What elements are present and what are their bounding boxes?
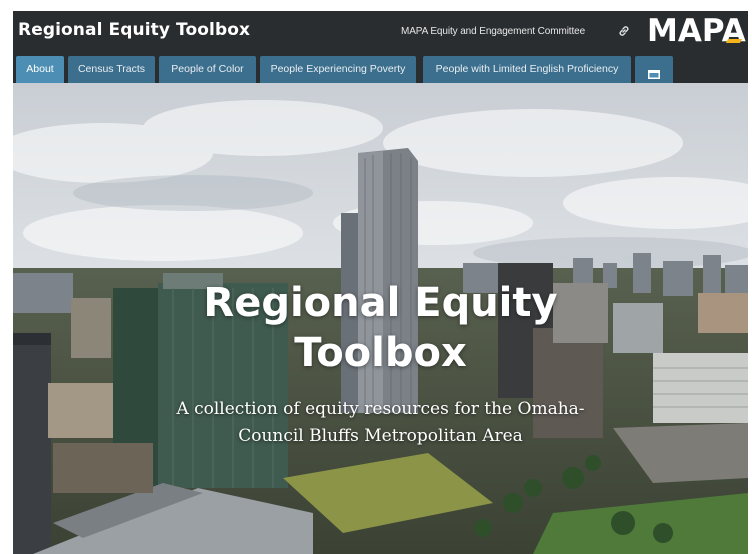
tab-people-experiencing-poverty[interactable]: People Experiencing Poverty <box>260 56 416 83</box>
hero-title-line-1: Regional Equity <box>203 280 558 326</box>
app-header: Regional Equity Toolbox MAPA Equity and … <box>13 11 748 55</box>
hero-subtitle-line-2: Council Bluffs Metropolitan Area <box>238 426 523 446</box>
tab-census-tracts[interactable]: Census Tracts <box>68 56 155 83</box>
app-frame: Regional Equity Toolbox MAPA Equity and … <box>13 11 748 554</box>
hero-subtitle: A collection of equity resources for the… <box>13 396 748 450</box>
window-icon <box>648 63 660 80</box>
hero-title-line-2: Toolbox <box>294 330 467 376</box>
hero-banner: Regional Equity Toolbox A collection of … <box>13 83 748 554</box>
hero-title: Regional Equity Toolbox <box>13 278 748 378</box>
tab-people-of-color[interactable]: People of Color <box>159 56 256 83</box>
tab-more[interactable] <box>635 56 673 83</box>
committee-link[interactable]: MAPA Equity and Engagement Committee <box>401 26 585 37</box>
app-title: Regional Equity Toolbox <box>18 20 251 40</box>
link-icon[interactable] <box>617 24 631 38</box>
logo-accent-stroke <box>725 39 743 43</box>
tab-about[interactable]: About <box>16 56 64 83</box>
hero-subtitle-line-1: A collection of equity resources for the… <box>176 399 585 419</box>
tab-limited-english-proficiency[interactable]: People with Limited English Proficiency <box>423 56 631 83</box>
tab-bar: About Census Tracts People of Color Peop… <box>13 55 748 83</box>
